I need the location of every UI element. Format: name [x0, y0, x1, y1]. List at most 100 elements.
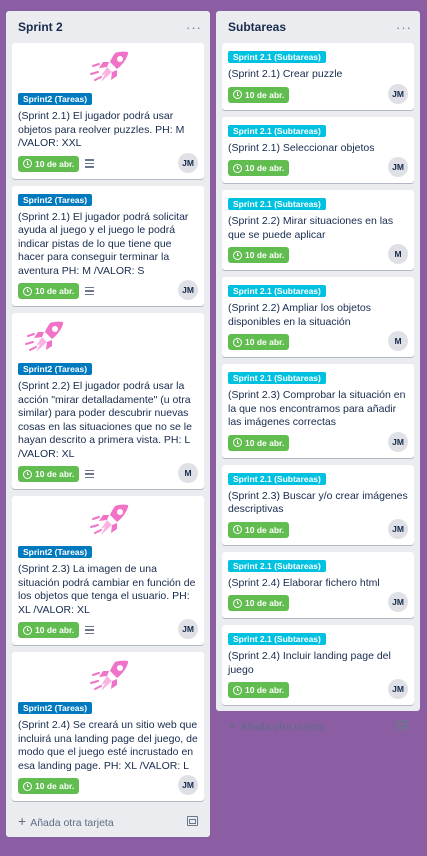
card-title: (Sprint 2.4) Incluir landing page del ju… [228, 650, 391, 676]
card[interactable]: Sprint 2.1 (Subtareas) (Sprint 2.2) Mira… [222, 190, 414, 270]
due-date-text: 10 de abr. [245, 250, 285, 260]
card-cover [18, 47, 198, 89]
due-date-badge[interactable]: 10 de abr. [18, 155, 80, 172]
card-cover [18, 317, 198, 359]
card-badges: 10 de abr. [228, 245, 408, 265]
list-title[interactable]: Subtareas [228, 20, 286, 34]
due-date-badge[interactable]: 10 de abr. [228, 334, 290, 350]
avatar[interactable]: M [178, 463, 198, 483]
list-title[interactable]: Sprint 2 [18, 20, 63, 34]
clock-icon [233, 438, 242, 447]
card-label: Sprint2 (Tareas) [18, 702, 93, 714]
due-date-text: 10 de abr. [245, 598, 285, 608]
list-menu-button[interactable]: ··· [186, 20, 202, 35]
card[interactable]: Sprint 2.1 (Subtareas) (Sprint 2.4) Incl… [222, 625, 414, 705]
card-label: Sprint2 (Tareas) [18, 193, 93, 206]
due-date-badge[interactable]: 10 de abr. [228, 434, 290, 451]
avatar[interactable]: JM [178, 280, 198, 300]
card[interactable]: Sprint 2.1 (Subtareas) (Sprint 2.3) Busc… [222, 464, 414, 545]
avatar[interactable]: JM [388, 157, 408, 177]
card-list: Sprint 2.1 (Subtareas) (Sprint 2.1) Crea… [216, 43, 420, 705]
avatar[interactable]: JM [388, 592, 408, 612]
avatar[interactable]: JM [178, 619, 198, 639]
card[interactable]: Sprint 2.1 (Subtareas) (Sprint 2.1) Sele… [222, 116, 414, 183]
due-date-text: 10 de abr. [35, 286, 75, 296]
card-label: Sprint2 (Tareas) [18, 363, 93, 375]
card-label: Sprint 2.1 (Subtareas) [228, 472, 326, 485]
avatar[interactable]: M [388, 244, 408, 264]
list-menu-button[interactable]: ··· [396, 20, 412, 35]
card-title: (Sprint 2.1) Seleccionar objetos [228, 141, 375, 154]
list-header: Sprint 2 ··· [6, 11, 210, 43]
card-title: (Sprint 2.2) El jugador podrá usar la ac… [18, 380, 192, 460]
card-label: Sprint 2.1 (Subtareas) [228, 51, 326, 63]
due-date-badge[interactable]: 10 de abr. [228, 595, 290, 611]
avatar[interactable]: JM [388, 83, 408, 104]
due-date-badge[interactable]: 10 de abr. [18, 283, 80, 299]
avatar[interactable]: JM [388, 431, 408, 452]
clock-icon [23, 625, 32, 635]
add-card-label: Añada otra tarjeta [30, 817, 114, 829]
rocket-icon [90, 659, 130, 691]
avatar[interactable]: M [388, 331, 408, 351]
avatar[interactable]: JM [388, 518, 408, 539]
due-date-badge[interactable]: 10 de abr. [228, 247, 290, 263]
card-title: (Sprint 2.2) Ampliar los objetos disponi… [228, 302, 371, 328]
due-date-badge[interactable]: 10 de abr. [18, 778, 80, 794]
card[interactable]: Sprint 2.1 (Subtareas) (Sprint 2.2) Ampl… [222, 277, 414, 357]
card-title: (Sprint 2.2) Mirar situaciones en las qu… [228, 215, 394, 241]
due-date-badge[interactable]: 10 de abr. [228, 86, 290, 103]
due-date-text: 10 de abr. [245, 89, 285, 100]
clock-icon [233, 250, 242, 260]
list-header: Subtareas ··· [216, 11, 420, 43]
due-date-text: 10 de abr. [35, 469, 75, 479]
due-date-text: 10 de abr. [35, 625, 75, 635]
avatar[interactable]: JM [178, 775, 198, 795]
card-badges: 10 de abr. [228, 332, 408, 352]
card-title: (Sprint 2.1) El jugador podrá solicitar … [18, 210, 189, 277]
template-icon[interactable] [397, 720, 408, 730]
due-date-text: 10 de abr. [245, 163, 285, 173]
clock-icon [23, 469, 32, 479]
card-label: Sprint2 (Tareas) [18, 93, 93, 105]
card[interactable]: Sprint2 (Tareas) (Sprint 2.4) Se creará … [12, 652, 204, 801]
rocket-icon [90, 503, 130, 535]
avatar[interactable]: JM [388, 679, 408, 699]
clock-icon [23, 286, 32, 296]
card-badges: 10 de abr. [18, 776, 198, 796]
template-icon[interactable] [187, 816, 198, 826]
plus-icon: + [18, 813, 27, 829]
due-date-badge[interactable]: 10 de abr. [228, 682, 290, 698]
add-card-label: Añada otra tarjeta [240, 721, 324, 733]
card-title: (Sprint 2.3) La imagen de una situación … [18, 563, 196, 616]
card-title: (Sprint 2.3) Buscar y/o crear imágenes d… [228, 489, 408, 516]
add-card-button[interactable]: + Añada otra tarjeta [216, 712, 420, 738]
card-title: (Sprint 2.3) Comprobar la situación en l… [228, 389, 406, 428]
list-subtareas: Subtareas ··· Sprint 2.1 (Subtareas) (Sp… [216, 11, 420, 733]
add-card-button[interactable]: + Añada otra tarjeta [6, 808, 210, 834]
card[interactable]: Sprint2 (Tareas) (Sprint 2.3) La imagen … [12, 496, 204, 645]
card[interactable]: Sprint 2.1 (Subtareas) (Sprint 2.1) Crea… [222, 43, 414, 110]
avatar[interactable]: JM [178, 152, 198, 173]
card[interactable]: Sprint2 (Tareas) (Sprint 2.2) El jugador… [12, 313, 204, 489]
card[interactable]: Sprint 2.1 (Subtareas) (Sprint 2.4) Elab… [222, 551, 414, 618]
description-icon [85, 159, 95, 168]
due-date-badge[interactable]: 10 de abr. [228, 521, 290, 538]
card-cover [18, 500, 198, 542]
rocket-icon [90, 50, 130, 82]
due-date-text: 10 de abr. [35, 781, 75, 791]
card-badges: 10 de abr. [228, 158, 408, 178]
due-date-text: 10 de abr. [245, 685, 285, 695]
due-date-text: 10 de abr. [245, 437, 285, 448]
card[interactable]: Sprint2 (Tareas) (Sprint 2.1) El jugador… [12, 43, 204, 179]
card-badges: 10 de abr. [228, 593, 408, 613]
card-badges: 10 de abr. [228, 520, 408, 540]
card[interactable]: Sprint2 (Tareas) (Sprint 2.1) El jugador… [12, 185, 204, 306]
rocket-icon [25, 320, 65, 352]
card[interactable]: Sprint 2.1 (Subtareas) (Sprint 2.3) Comp… [222, 364, 414, 458]
due-date-badge[interactable]: 10 de abr. [18, 466, 80, 482]
due-date-badge[interactable]: 10 de abr. [18, 622, 80, 638]
due-date-badge[interactable]: 10 de abr. [228, 160, 290, 176]
card-label: Sprint 2.1 (Subtareas) [228, 372, 326, 384]
card-badges: 10 de abr. [228, 680, 408, 700]
